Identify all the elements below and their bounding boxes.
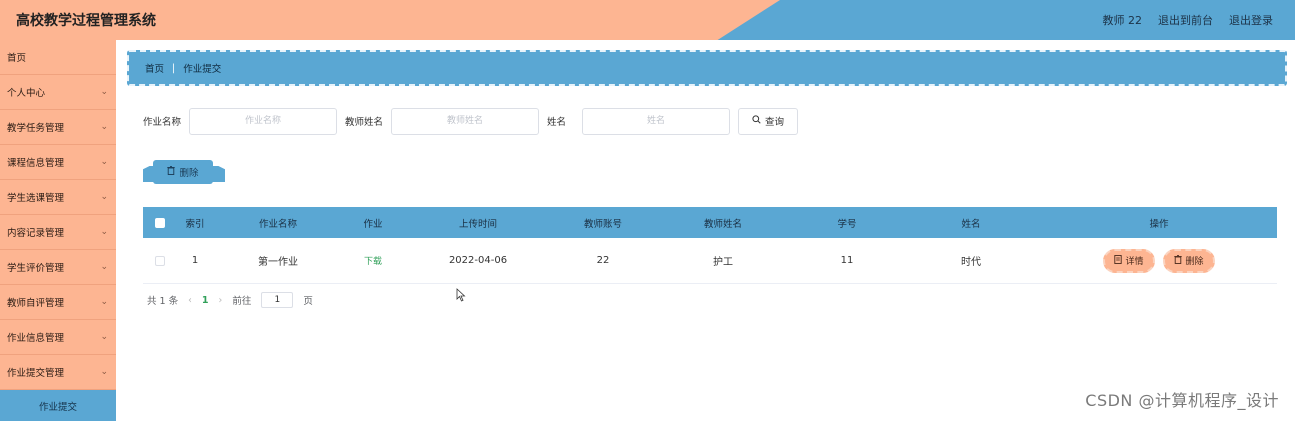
detail-button-label: 详情 (1125, 254, 1143, 267)
breadcrumb-separator: | (172, 63, 175, 74)
sidebar-item-personal-center[interactable]: 个人中心 ⌄ (0, 75, 116, 110)
current-user-label: 教师 22 (1103, 12, 1143, 28)
search-bar: 作业名称 教师姓名 姓名 查询 (143, 107, 798, 135)
column-header: 姓名 (901, 216, 1041, 230)
column-header: 学号 (793, 216, 901, 230)
sidebar-item-label: 学生选课管理 (7, 190, 64, 204)
teacher-name-label: 教师姓名 (345, 114, 383, 128)
teacher-name-input[interactable] (391, 108, 539, 135)
select-all-checkbox[interactable] (155, 218, 165, 228)
sidebar-item-label: 作业提交管理 (7, 365, 64, 379)
breadcrumb-current: 作业提交 (183, 61, 221, 75)
sidebar-item-label: 内容记录管理 (7, 225, 64, 239)
student-name-label: 姓名 (547, 114, 566, 128)
search-icon (752, 115, 761, 127)
back-to-front-link[interactable]: 退出到前台 (1158, 12, 1213, 28)
document-icon (1114, 255, 1122, 267)
column-header: 上传时间 (403, 216, 553, 230)
main-content: 首页 | 作业提交 作业名称 教师姓名 姓名 查询 删除 索引 作业名称 (117, 40, 1295, 419)
detail-button[interactable]: 详情 (1103, 249, 1155, 273)
pagination: 共 1 条 ‹ 1 › 前往 页 (147, 292, 313, 308)
sidebar-item-teaching-tasks[interactable]: 教学任务管理 ⌄ (0, 110, 116, 145)
breadcrumb: 首页 | 作业提交 (127, 50, 1287, 86)
chevron-down-icon: ⌄ (100, 332, 108, 342)
sidebar-item-label: 课程信息管理 (7, 155, 64, 169)
sidebar-item-label: 个人中心 (7, 85, 45, 99)
cell-actions: 详情 删除 (1041, 249, 1277, 273)
chevron-down-icon: ⌄ (100, 262, 108, 272)
sidebar-item-content-records[interactable]: 内容记录管理 ⌄ (0, 215, 116, 250)
chevron-down-icon: ⌄ (100, 87, 108, 97)
cell-student-name: 时代 (901, 253, 1041, 268)
chevron-down-icon: ⌄ (100, 297, 108, 307)
table-row: 1 第一作业 下载 2022-04-06 22 护工 11 时代 详情 (143, 238, 1277, 284)
submission-table: 索引 作业名称 作业 上传时间 教师账号 教师姓名 学号 姓名 操作 1 第一作… (143, 207, 1277, 284)
sidebar-item-label: 教学任务管理 (7, 120, 64, 134)
chevron-down-icon: ⌄ (100, 192, 108, 202)
column-header: 教师账号 (553, 216, 653, 230)
sidebar-subitem-homework-submit[interactable]: 作业提交 (0, 390, 116, 421)
sidebar-item-label: 作业信息管理 (7, 330, 64, 344)
app-title: 高校教学过程管理系统 (16, 10, 156, 30)
sidebar-item-homework-submission[interactable]: 作业提交管理 ⌄ (0, 355, 116, 390)
trash-icon (167, 166, 175, 178)
sidebar-item-teacher-self-evaluation[interactable]: 教师自评管理 ⌄ (0, 285, 116, 320)
breadcrumb-home[interactable]: 首页 (145, 61, 164, 75)
student-name-input[interactable] (582, 108, 730, 135)
chevron-down-icon: ⌄ (100, 227, 108, 237)
batch-delete-button[interactable]: 删除 (153, 160, 213, 184)
logout-link[interactable]: 退出登录 (1229, 12, 1273, 28)
row-delete-button[interactable]: 删除 (1163, 249, 1215, 273)
sidebar-item-student-evaluation[interactable]: 学生评价管理 ⌄ (0, 250, 116, 285)
pagination-current-page[interactable]: 1 (202, 295, 209, 306)
table-header: 索引 作业名称 作业 上传时间 教师账号 教师姓名 学号 姓名 操作 (143, 207, 1277, 238)
column-header: 作业 (343, 216, 403, 230)
watermark: CSDN @计算机程序_设计 (1085, 387, 1279, 411)
pagination-page-suffix: 页 (303, 293, 313, 307)
column-header: 作业名称 (213, 216, 343, 230)
row-checkbox[interactable] (155, 256, 165, 266)
sidebar-item-label: 学生评价管理 (7, 260, 64, 274)
column-header: 操作 (1041, 216, 1277, 230)
sidebar-item-home[interactable]: 首页 (0, 40, 116, 75)
query-button[interactable]: 查询 (738, 108, 798, 135)
cell-upload-time: 2022-04-06 (403, 255, 553, 266)
cell-homework-name: 第一作业 (213, 253, 343, 268)
homework-name-label: 作业名称 (143, 114, 181, 128)
top-bar: 高校教学过程管理系统 教师 22 退出到前台 退出登录 (0, 0, 1295, 40)
chevron-left-icon[interactable]: ‹ (188, 295, 192, 306)
batch-delete-wrapper: 删除 (143, 160, 225, 186)
top-right-actions: 教师 22 退出到前台 退出登录 (1103, 12, 1274, 28)
chevron-down-icon: ⌄ (100, 122, 108, 132)
cell-teacher-account: 22 (553, 255, 653, 266)
sidebar-item-label: 教师自评管理 (7, 295, 64, 309)
homework-name-input[interactable] (189, 108, 337, 135)
chevron-right-icon[interactable]: › (219, 295, 223, 306)
chevron-down-icon: ⌄ (100, 157, 108, 167)
sidebar-item-course-selection[interactable]: 学生选课管理 ⌄ (0, 180, 116, 215)
query-button-label: 查询 (765, 114, 784, 128)
cell-teacher-name: 护工 (653, 253, 793, 268)
cell-index: 1 (177, 255, 213, 266)
column-header: 教师姓名 (653, 216, 793, 230)
sidebar: 首页 个人中心 ⌄ 教学任务管理 ⌄ 课程信息管理 ⌄ 学生选课管理 ⌄ 内容记录管理 ⌄… (0, 40, 116, 419)
sidebar-item-homework-info[interactable]: 作业信息管理 ⌄ (0, 320, 116, 355)
batch-delete-label: 删除 (179, 165, 198, 179)
trash-icon (1174, 255, 1182, 267)
cell-student-id: 11 (793, 255, 901, 266)
pagination-goto-label: 前往 (232, 293, 251, 307)
mouse-cursor-icon (456, 288, 466, 302)
download-link[interactable]: 下载 (364, 257, 382, 267)
row-delete-label: 删除 (1185, 254, 1203, 267)
chevron-down-icon: ⌄ (100, 367, 108, 377)
pagination-total: 共 1 条 (147, 293, 178, 307)
column-header: 索引 (177, 216, 213, 230)
sidebar-item-label: 首页 (7, 50, 26, 64)
pagination-goto-input[interactable] (261, 292, 293, 308)
sidebar-item-course-info[interactable]: 课程信息管理 ⌄ (0, 145, 116, 180)
